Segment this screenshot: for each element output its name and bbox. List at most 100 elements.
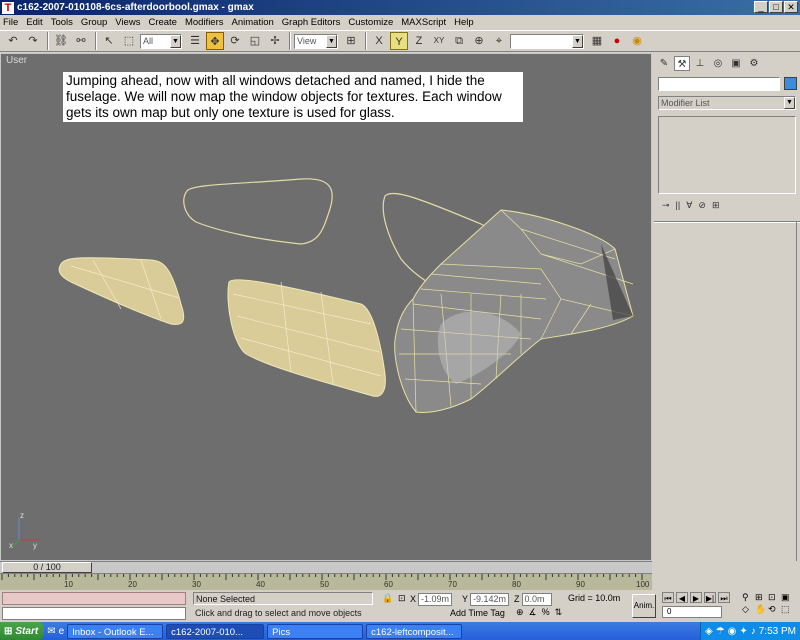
- arc-rotate-icon[interactable]: ⟲: [768, 604, 780, 615]
- link-icon[interactable]: ⛓: [52, 32, 70, 50]
- hierarchy-tab-icon[interactable]: ⊥: [692, 56, 708, 71]
- menu-modifiers[interactable]: Modifiers: [185, 17, 224, 28]
- menu-edit[interactable]: Edit: [26, 17, 42, 28]
- zoom-all-icon[interactable]: ⊞: [755, 592, 767, 603]
- object-color-swatch[interactable]: [784, 77, 797, 90]
- menu-graph-editors[interactable]: Graph Editors: [282, 17, 341, 28]
- select-object-icon[interactable]: ↖: [100, 32, 118, 50]
- close-button[interactable]: ✕: [784, 1, 798, 13]
- select-by-name-icon[interactable]: ☰: [186, 32, 204, 50]
- command-panel-scrollbar[interactable]: [796, 221, 800, 561]
- mirror-icon[interactable]: ⧉: [450, 32, 468, 50]
- menu-customize[interactable]: Customize: [348, 17, 393, 28]
- utilities-tab-icon[interactable]: ⚙: [746, 56, 762, 71]
- restrict-z-icon[interactable]: Z: [410, 32, 428, 50]
- zoom-icon[interactable]: ⚲: [742, 592, 754, 603]
- display-tab-icon[interactable]: ▣: [728, 56, 744, 71]
- zoom-extents-all-icon[interactable]: ▣: [781, 592, 793, 603]
- tray-icon[interactable]: ☂: [716, 626, 725, 637]
- maxscript-listener-input[interactable]: [2, 607, 186, 620]
- x-coordinate[interactable]: X -1.09m: [410, 593, 453, 606]
- menu-animation[interactable]: Animation: [232, 17, 274, 28]
- menu-group[interactable]: Group: [81, 17, 107, 28]
- maxscript-listener-output[interactable]: [2, 592, 186, 605]
- show-end-result-icon[interactable]: ||: [676, 200, 681, 211]
- scale-icon[interactable]: ◱: [246, 32, 264, 50]
- make-unique-icon[interactable]: ∀: [686, 200, 692, 211]
- snap-icon[interactable]: ⌖: [490, 32, 508, 50]
- material-editor-icon[interactable]: ▦: [588, 32, 606, 50]
- add-time-tag-button[interactable]: Add Time Tag: [450, 607, 505, 619]
- unlink-icon[interactable]: ⚯: [72, 32, 90, 50]
- gmax-app-icon[interactable]: T: [2, 1, 14, 14]
- tray-icon[interactable]: ◈: [705, 626, 713, 637]
- snap-toggle-icon[interactable]: ⊕: [516, 607, 524, 618]
- modify-tab-icon[interactable]: ⚒: [674, 56, 690, 71]
- align-icon[interactable]: ⊕: [470, 32, 488, 50]
- time-slider-thumb[interactable]: 0 / 100: [2, 562, 92, 573]
- task-outlook[interactable]: Inbox - Outlook E...: [67, 623, 164, 639]
- region-select-icon[interactable]: ⬚: [120, 32, 138, 50]
- restrict-xy-icon[interactable]: XY: [430, 32, 448, 50]
- menu-maxscript[interactable]: MAXScript: [401, 17, 446, 28]
- menu-file[interactable]: File: [3, 17, 18, 28]
- angle-snap-icon[interactable]: ∡: [529, 607, 537, 618]
- go-to-start-icon[interactable]: ⏮: [662, 592, 674, 603]
- remove-modifier-icon[interactable]: ⊘: [698, 200, 706, 211]
- maximize-button[interactable]: □: [769, 1, 783, 13]
- clock[interactable]: 7:53 PM: [759, 626, 796, 637]
- quick-render-icon[interactable]: ◉: [628, 32, 646, 50]
- user-viewport[interactable]: User Jumping ahead, now with all windows…: [0, 53, 652, 561]
- pivot-icon[interactable]: ✢: [266, 32, 284, 50]
- menu-create[interactable]: Create: [148, 17, 177, 28]
- lock-selection-icon[interactable]: 🔒: [382, 593, 393, 604]
- task-gmax[interactable]: c162-2007-010...: [166, 623, 265, 639]
- selection-filter-dropdown[interactable]: All ▼: [140, 33, 182, 49]
- menu-help[interactable]: Help: [454, 17, 474, 28]
- task-pics[interactable]: Pics: [267, 623, 364, 639]
- maximize-viewport-icon[interactable]: ⬚: [781, 604, 793, 615]
- track-bar[interactable]: 10 20 30 40 50 60 70 80 90 100: [0, 573, 652, 590]
- time-slider[interactable]: 0 / 100: [0, 561, 652, 573]
- rotate-icon[interactable]: ⟳: [226, 32, 244, 50]
- move-icon[interactable]: ✥: [206, 32, 224, 50]
- ie-icon[interactable]: e: [59, 626, 65, 637]
- task-composite[interactable]: c162-leftcomposit...: [366, 623, 463, 639]
- named-selection-dropdown[interactable]: ▼: [510, 33, 584, 49]
- absolute-mode-icon[interactable]: ⊡: [398, 593, 406, 604]
- pin-stack-icon[interactable]: ⊸: [662, 200, 670, 211]
- next-frame-icon[interactable]: ▶|: [704, 592, 716, 603]
- zoom-extents-icon[interactable]: ⊡: [768, 592, 780, 603]
- undo-icon[interactable]: ↶: [4, 32, 22, 50]
- minimize-button[interactable]: _: [754, 1, 768, 13]
- tray-icon[interactable]: ✦: [739, 626, 747, 637]
- modifier-stack[interactable]: [658, 116, 796, 194]
- menu-tools[interactable]: Tools: [51, 17, 73, 28]
- modifier-list-dropdown[interactable]: Modifier List ▼: [658, 96, 796, 110]
- outlook-icon[interactable]: ✉: [47, 626, 55, 637]
- menu-views[interactable]: Views: [115, 17, 140, 28]
- render-icon[interactable]: ●: [608, 32, 626, 50]
- pan-icon[interactable]: ✋: [755, 604, 767, 615]
- restrict-y-icon[interactable]: Y: [390, 32, 408, 50]
- motion-tab-icon[interactable]: ◎: [710, 56, 726, 71]
- redo-icon[interactable]: ↷: [24, 32, 42, 50]
- y-coordinate[interactable]: Y -9.142m: [462, 593, 510, 606]
- object-name-field[interactable]: [658, 77, 780, 91]
- restrict-x-icon[interactable]: X: [370, 32, 388, 50]
- start-button[interactable]: ⊞ Start: [0, 622, 45, 640]
- create-tab-icon[interactable]: ✎: [656, 56, 672, 71]
- animate-button[interactable]: Anim.: [632, 594, 656, 618]
- field-of-view-icon[interactable]: ◇: [742, 604, 754, 615]
- spinner-snap-icon[interactable]: ⇅: [555, 607, 563, 618]
- configure-sets-icon[interactable]: ⊞: [712, 200, 720, 211]
- tray-icon[interactable]: ◉: [728, 626, 737, 637]
- go-to-end-icon[interactable]: ⏭: [718, 592, 730, 603]
- use-center-icon[interactable]: ⊞: [342, 32, 360, 50]
- play-icon[interactable]: ▶: [690, 592, 702, 603]
- current-frame-field[interactable]: 0: [662, 606, 722, 618]
- percent-snap-icon[interactable]: %: [542, 607, 550, 618]
- z-coordinate[interactable]: Z 0.0m: [514, 593, 552, 606]
- tray-icon[interactable]: ♪: [751, 626, 756, 637]
- viewport-label[interactable]: User: [6, 55, 27, 66]
